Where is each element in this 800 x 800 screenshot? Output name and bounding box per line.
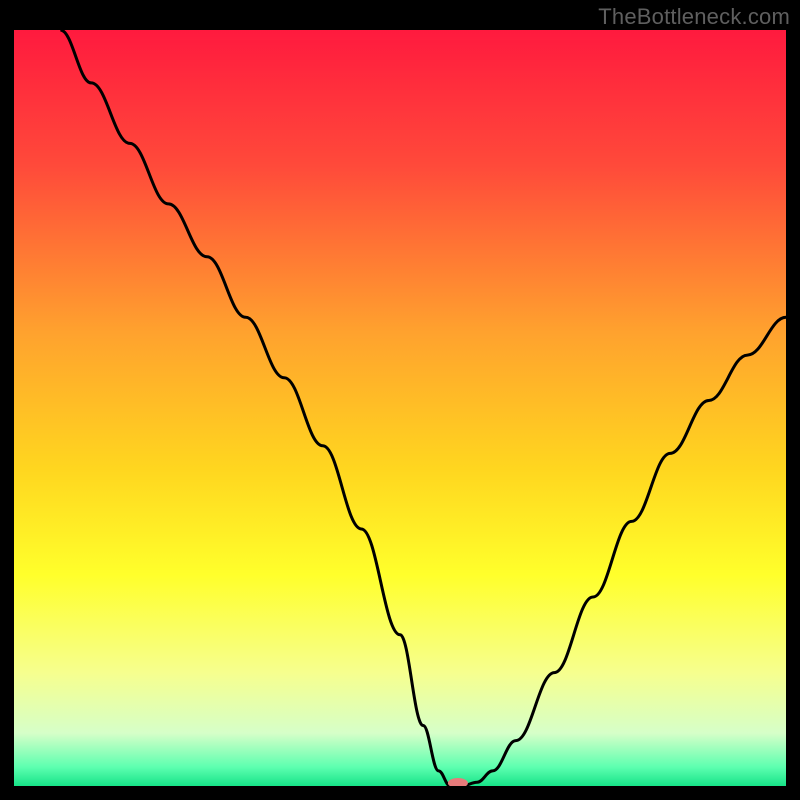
plot-area (14, 30, 786, 786)
chart-frame: TheBottleneck.com (0, 0, 800, 800)
chart-svg (14, 30, 786, 786)
watermark-text: TheBottleneck.com (598, 4, 790, 30)
